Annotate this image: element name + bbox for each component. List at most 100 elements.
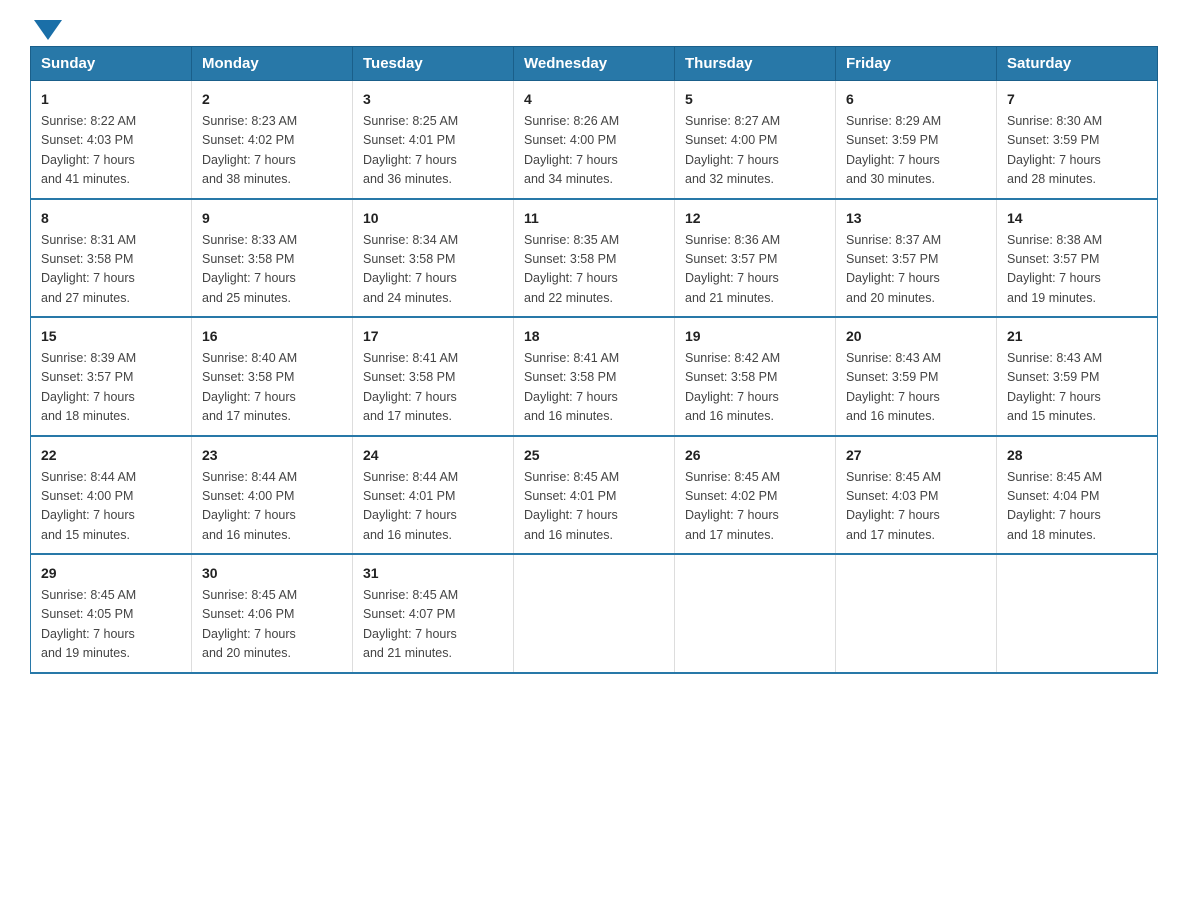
calendar-cell: 1 Sunrise: 8:22 AMSunset: 4:03 PMDayligh… [31,81,192,199]
day-info: Sunrise: 8:31 AMSunset: 3:58 PMDaylight:… [41,231,181,309]
calendar-cell: 15 Sunrise: 8:39 AMSunset: 3:57 PMDaylig… [31,317,192,436]
day-number: 31 [363,563,503,584]
calendar-week-row: 1 Sunrise: 8:22 AMSunset: 4:03 PMDayligh… [31,81,1158,199]
weekday-header-saturday: Saturday [997,47,1158,81]
day-number: 26 [685,445,825,466]
day-info: Sunrise: 8:30 AMSunset: 3:59 PMDaylight:… [1007,112,1147,190]
weekday-header-monday: Monday [192,47,353,81]
calendar-cell: 6 Sunrise: 8:29 AMSunset: 3:59 PMDayligh… [836,81,997,199]
calendar-week-row: 29 Sunrise: 8:45 AMSunset: 4:05 PMDaylig… [31,554,1158,673]
day-info: Sunrise: 8:41 AMSunset: 3:58 PMDaylight:… [363,349,503,427]
calendar-cell: 13 Sunrise: 8:37 AMSunset: 3:57 PMDaylig… [836,199,997,318]
day-info: Sunrise: 8:39 AMSunset: 3:57 PMDaylight:… [41,349,181,427]
day-info: Sunrise: 8:44 AMSunset: 4:00 PMDaylight:… [41,468,181,546]
calendar-cell [836,554,997,673]
calendar-week-row: 22 Sunrise: 8:44 AMSunset: 4:00 PMDaylig… [31,436,1158,555]
day-number: 1 [41,89,181,110]
day-number: 22 [41,445,181,466]
calendar-week-row: 8 Sunrise: 8:31 AMSunset: 3:58 PMDayligh… [31,199,1158,318]
day-info: Sunrise: 8:45 AMSunset: 4:02 PMDaylight:… [685,468,825,546]
day-number: 29 [41,563,181,584]
calendar-cell: 22 Sunrise: 8:44 AMSunset: 4:00 PMDaylig… [31,436,192,555]
day-number: 30 [202,563,342,584]
day-info: Sunrise: 8:43 AMSunset: 3:59 PMDaylight:… [846,349,986,427]
calendar-cell: 16 Sunrise: 8:40 AMSunset: 3:58 PMDaylig… [192,317,353,436]
calendar-table: SundayMondayTuesdayWednesdayThursdayFrid… [30,46,1158,674]
day-number: 14 [1007,208,1147,229]
day-number: 4 [524,89,664,110]
calendar-cell: 24 Sunrise: 8:44 AMSunset: 4:01 PMDaylig… [353,436,514,555]
day-number: 7 [1007,89,1147,110]
day-number: 3 [363,89,503,110]
day-info: Sunrise: 8:23 AMSunset: 4:02 PMDaylight:… [202,112,342,190]
day-info: Sunrise: 8:35 AMSunset: 3:58 PMDaylight:… [524,231,664,309]
day-info: Sunrise: 8:25 AMSunset: 4:01 PMDaylight:… [363,112,503,190]
calendar-cell: 3 Sunrise: 8:25 AMSunset: 4:01 PMDayligh… [353,81,514,199]
day-info: Sunrise: 8:45 AMSunset: 4:05 PMDaylight:… [41,586,181,664]
day-number: 19 [685,326,825,347]
day-info: Sunrise: 8:37 AMSunset: 3:57 PMDaylight:… [846,231,986,309]
day-number: 13 [846,208,986,229]
day-number: 24 [363,445,503,466]
calendar-cell: 17 Sunrise: 8:41 AMSunset: 3:58 PMDaylig… [353,317,514,436]
day-info: Sunrise: 8:40 AMSunset: 3:58 PMDaylight:… [202,349,342,427]
calendar-cell: 5 Sunrise: 8:27 AMSunset: 4:00 PMDayligh… [675,81,836,199]
day-info: Sunrise: 8:42 AMSunset: 3:58 PMDaylight:… [685,349,825,427]
day-number: 12 [685,208,825,229]
calendar-week-row: 15 Sunrise: 8:39 AMSunset: 3:57 PMDaylig… [31,317,1158,436]
day-info: Sunrise: 8:33 AMSunset: 3:58 PMDaylight:… [202,231,342,309]
calendar-cell: 20 Sunrise: 8:43 AMSunset: 3:59 PMDaylig… [836,317,997,436]
day-number: 2 [202,89,342,110]
calendar-cell: 26 Sunrise: 8:45 AMSunset: 4:02 PMDaylig… [675,436,836,555]
day-info: Sunrise: 8:43 AMSunset: 3:59 PMDaylight:… [1007,349,1147,427]
weekday-header-thursday: Thursday [675,47,836,81]
day-number: 16 [202,326,342,347]
weekday-header-friday: Friday [836,47,997,81]
day-info: Sunrise: 8:45 AMSunset: 4:06 PMDaylight:… [202,586,342,664]
day-number: 5 [685,89,825,110]
day-info: Sunrise: 8:22 AMSunset: 4:03 PMDaylight:… [41,112,181,190]
calendar-cell: 11 Sunrise: 8:35 AMSunset: 3:58 PMDaylig… [514,199,675,318]
day-number: 23 [202,445,342,466]
day-number: 8 [41,208,181,229]
day-number: 28 [1007,445,1147,466]
calendar-body: 1 Sunrise: 8:22 AMSunset: 4:03 PMDayligh… [31,81,1158,673]
calendar-cell: 21 Sunrise: 8:43 AMSunset: 3:59 PMDaylig… [997,317,1158,436]
calendar-cell: 7 Sunrise: 8:30 AMSunset: 3:59 PMDayligh… [997,81,1158,199]
day-info: Sunrise: 8:45 AMSunset: 4:01 PMDaylight:… [524,468,664,546]
calendar-cell: 30 Sunrise: 8:45 AMSunset: 4:06 PMDaylig… [192,554,353,673]
calendar-cell: 18 Sunrise: 8:41 AMSunset: 3:58 PMDaylig… [514,317,675,436]
day-number: 20 [846,326,986,347]
logo-triangle-icon [34,20,62,40]
calendar-cell: 12 Sunrise: 8:36 AMSunset: 3:57 PMDaylig… [675,199,836,318]
calendar-cell: 9 Sunrise: 8:33 AMSunset: 3:58 PMDayligh… [192,199,353,318]
day-info: Sunrise: 8:34 AMSunset: 3:58 PMDaylight:… [363,231,503,309]
day-number: 6 [846,89,986,110]
calendar-cell [514,554,675,673]
calendar-cell: 4 Sunrise: 8:26 AMSunset: 4:00 PMDayligh… [514,81,675,199]
day-number: 15 [41,326,181,347]
calendar-cell [675,554,836,673]
day-number: 27 [846,445,986,466]
day-number: 18 [524,326,664,347]
day-info: Sunrise: 8:38 AMSunset: 3:57 PMDaylight:… [1007,231,1147,309]
calendar-header: SundayMondayTuesdayWednesdayThursdayFrid… [31,47,1158,81]
weekday-row: SundayMondayTuesdayWednesdayThursdayFrid… [31,47,1158,81]
day-info: Sunrise: 8:44 AMSunset: 4:01 PMDaylight:… [363,468,503,546]
day-info: Sunrise: 8:45 AMSunset: 4:04 PMDaylight:… [1007,468,1147,546]
calendar-cell: 31 Sunrise: 8:45 AMSunset: 4:07 PMDaylig… [353,554,514,673]
logo [30,20,62,36]
day-info: Sunrise: 8:44 AMSunset: 4:00 PMDaylight:… [202,468,342,546]
page-header [30,20,1158,36]
day-number: 11 [524,208,664,229]
calendar-cell: 27 Sunrise: 8:45 AMSunset: 4:03 PMDaylig… [836,436,997,555]
calendar-cell: 19 Sunrise: 8:42 AMSunset: 3:58 PMDaylig… [675,317,836,436]
day-info: Sunrise: 8:36 AMSunset: 3:57 PMDaylight:… [685,231,825,309]
day-info: Sunrise: 8:27 AMSunset: 4:00 PMDaylight:… [685,112,825,190]
day-info: Sunrise: 8:41 AMSunset: 3:58 PMDaylight:… [524,349,664,427]
calendar-cell: 28 Sunrise: 8:45 AMSunset: 4:04 PMDaylig… [997,436,1158,555]
day-info: Sunrise: 8:45 AMSunset: 4:03 PMDaylight:… [846,468,986,546]
day-number: 10 [363,208,503,229]
day-info: Sunrise: 8:29 AMSunset: 3:59 PMDaylight:… [846,112,986,190]
weekday-header-tuesday: Tuesday [353,47,514,81]
